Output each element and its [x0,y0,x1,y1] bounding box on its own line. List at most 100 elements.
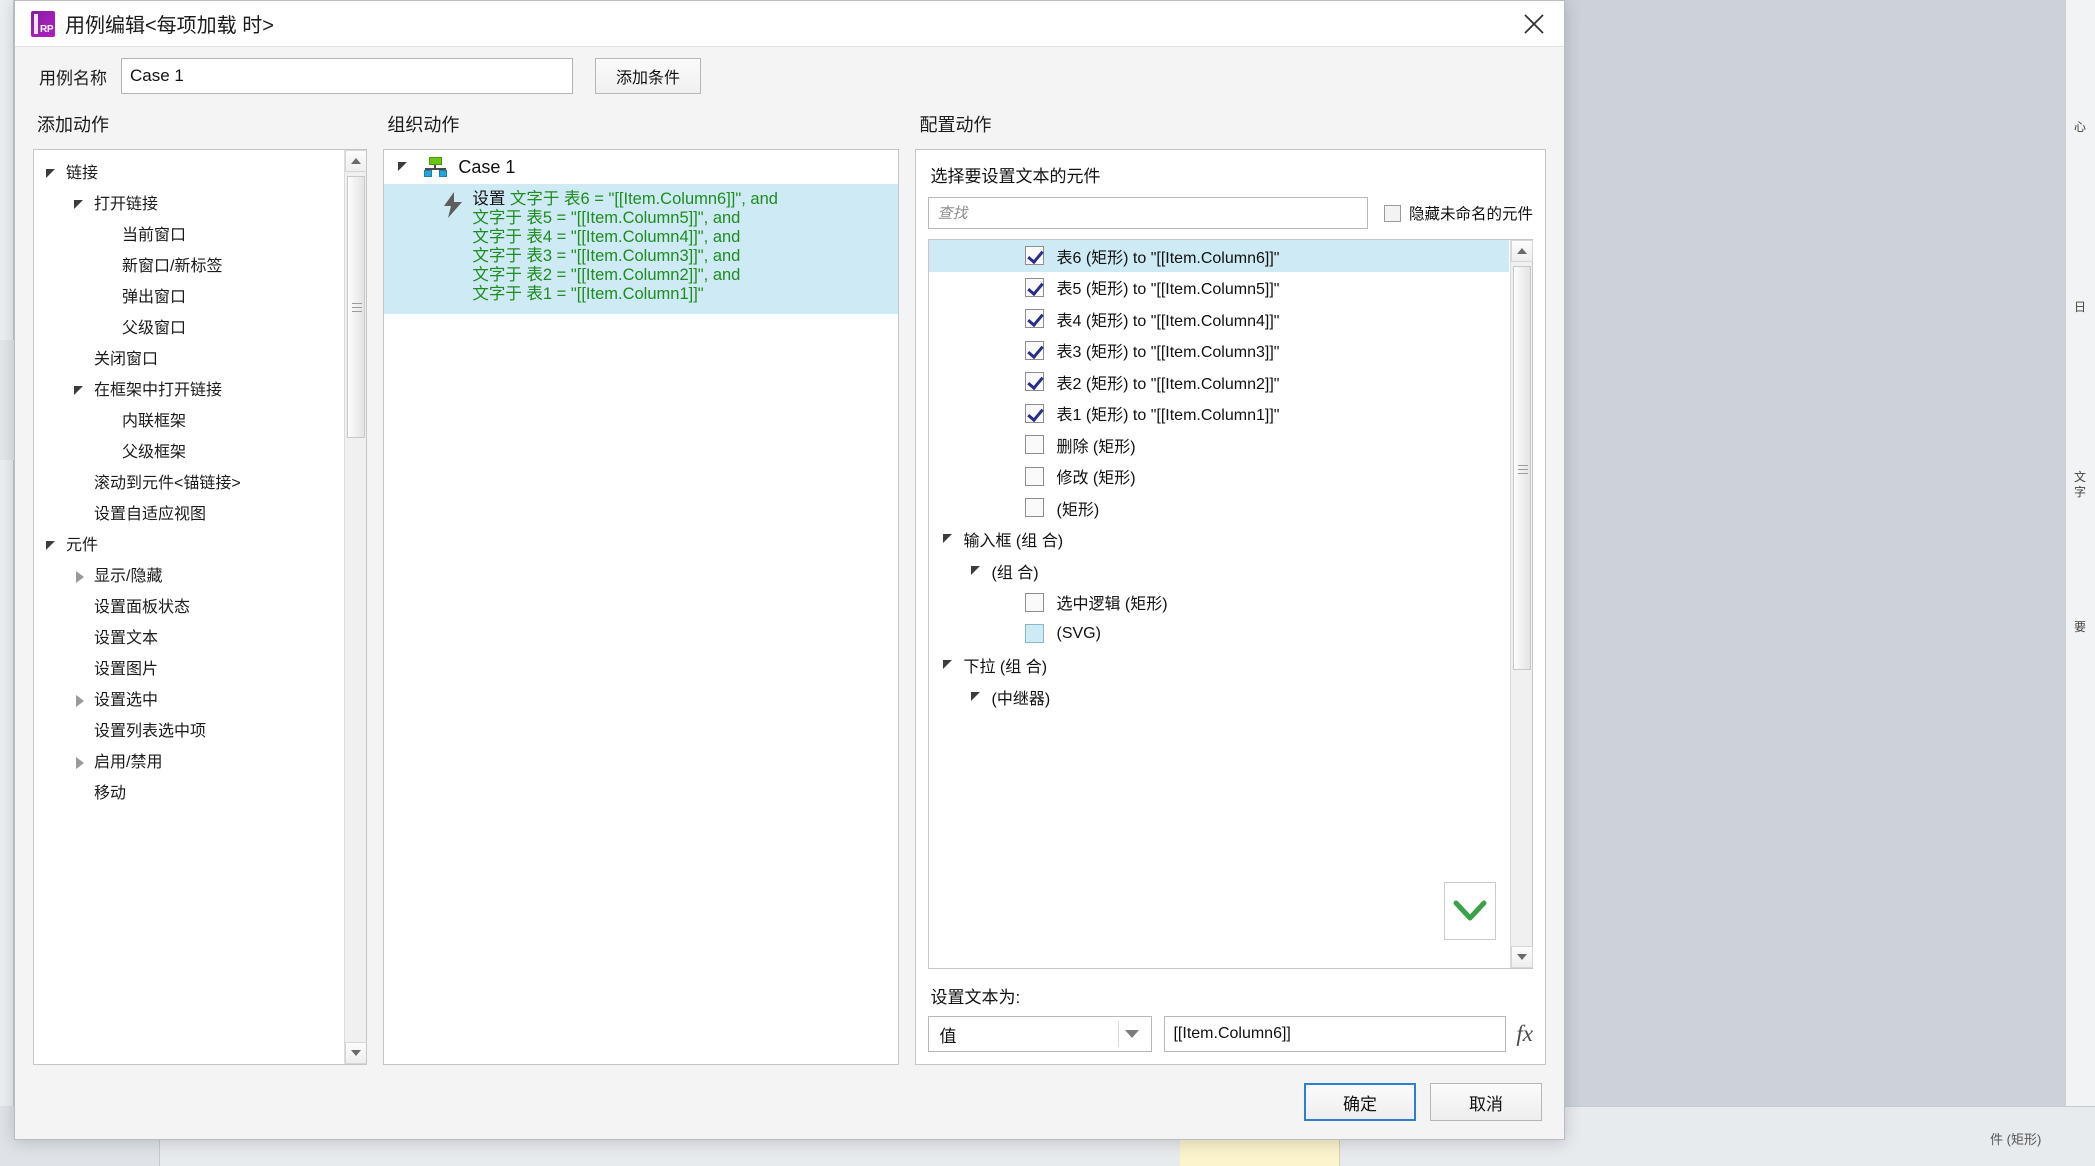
add-action-item[interactable]: 链接 [34,158,366,189]
add-action-heading: 添加动作 [37,115,109,135]
widget-list-item[interactable]: 表5 (矩形) to "[[Item.Column5]]" [929,272,1509,304]
chevron-down-icon[interactable] [1125,1030,1140,1038]
backdrop-right-rail-text: 文字 [2073,470,2086,499]
add-action-item[interactable]: 设置文本 [34,623,366,654]
widget-list-item[interactable]: 选中逻辑 (矩形) [929,587,1509,619]
widget-list-item-label: (中继器) [991,690,1051,708]
add-action-item[interactable]: 移动 [34,778,366,809]
backdrop-right-rail-text: 要 [2073,620,2086,634]
chevron-expand-icon[interactable] [44,538,60,554]
scroll-thumb[interactable] [347,176,366,438]
chevron-expand-icon[interactable] [941,531,957,547]
add-action-item-label: 元件 [66,536,99,554]
chevron-expand-icon[interactable] [72,197,88,213]
cancel-button[interactable]: 取消 [1430,1083,1542,1121]
widget-list-item-label: 修改 (矩形) [1056,470,1136,488]
chevron-expand-icon[interactable] [969,689,985,705]
widget-list-item[interactable]: (矩形) [929,492,1509,524]
add-action-item[interactable]: 关闭窗口 [34,344,366,375]
case-name-label: 用例名称 [39,68,107,88]
fx-icon[interactable]: fx [1516,1021,1533,1047]
add-action-item[interactable]: 设置面板状态 [34,592,366,623]
widget-list-item[interactable]: 表2 (矩形) to "[[Item.Column2]]" [929,366,1509,398]
organize-root-row[interactable]: Case 1 [384,150,899,184]
widget-list-item-label: 表1 (矩形) to "[[Item.Column1]]" [1056,407,1280,425]
widget-list-item[interactable]: (中继器) [929,681,1509,713]
close-icon[interactable] [1512,4,1556,44]
widget-list-item[interactable]: 输入框 (组 合) [929,524,1509,556]
widget-list-item[interactable]: 表1 (矩形) to "[[Item.Column1]]" [929,398,1509,430]
hide-unnamed-checkbox[interactable] [1384,204,1401,222]
scroll-down-button[interactable] [1511,946,1534,968]
widget-checkbox[interactable] [1025,435,1045,455]
value-text-input[interactable] [1164,1016,1507,1052]
add-action-item[interactable]: 设置图片 [34,654,366,685]
widget-checkbox[interactable] [1025,403,1045,423]
chevron-expand-icon[interactable] [44,166,60,182]
widget-checkbox[interactable] [1025,592,1045,612]
add-action-item[interactable]: 设置列表选中项 [34,716,366,747]
add-action-item[interactable]: 新窗口/新标签 [34,251,366,282]
add-action-item[interactable]: 滚动到元件<锚链接> [34,468,366,499]
add-action-item[interactable]: 元件 [34,530,366,561]
chevron-expand-icon[interactable] [72,569,88,585]
add-action-item[interactable]: 打开链接 [34,189,366,220]
add-action-item[interactable]: 父级窗口 [34,313,366,344]
add-action-scrollbar[interactable] [344,150,367,1064]
widget-checkbox[interactable] [1025,466,1045,486]
widget-list-item[interactable]: 表6 (矩形) to "[[Item.Column6]]" [929,240,1510,272]
widget-list-item[interactable]: 表3 (矩形) to "[[Item.Column3]]" [929,335,1509,367]
widget-list-item[interactable]: (组 合) [929,555,1509,587]
add-action-item[interactable]: 显示/隐藏 [34,561,366,592]
widget-checkbox[interactable] [1025,340,1045,360]
add-action-item[interactable]: 设置自适应视图 [34,499,366,530]
scroll-thumb[interactable] [1513,266,1532,670]
scroll-down-button[interactable] [345,1042,367,1064]
widget-checkbox[interactable] [1025,624,1045,644]
widget-list-item[interactable]: 表4 (矩形) to "[[Item.Column4]]" [929,303,1509,335]
hide-unnamed-toggle[interactable]: 隐藏未命名的元件 [1384,202,1533,224]
chevron-expand-icon[interactable] [941,657,957,673]
add-action-item-label: 启用/禁用 [94,753,163,771]
chevron-down-icon[interactable] [1444,882,1497,940]
add-action-item-label: 父级框架 [122,443,187,461]
organize-action-panel: Case 1 设置 文字于 表6 = "[[Item.Column6]]", a… [383,149,900,1065]
chevron-expand-icon[interactable] [969,563,985,579]
value-type-select[interactable]: 值 [928,1016,1153,1052]
action-line: 文字于 表4 = "[[Item.Column4]]", and [472,228,898,247]
widget-list-item-label: 表3 (矩形) to "[[Item.Column3]]" [1056,344,1280,362]
add-action-item[interactable]: 当前窗口 [34,220,366,251]
add-action-item[interactable]: 弹出窗口 [34,282,366,313]
widget-search-input[interactable] [928,197,1368,229]
case-name-row: 用例名称 添加条件 [15,47,1564,105]
widget-checkbox[interactable] [1025,372,1045,392]
add-action-item[interactable]: 在框架中打开链接 [34,375,366,406]
widget-list-item[interactable]: 下拉 (组 合) [929,650,1509,682]
widget-list-item-label: 下拉 (组 合) [963,659,1048,677]
chevron-expand-icon[interactable] [72,755,88,771]
widget-list-item[interactable]: 删除 (矩形) [929,429,1509,461]
add-condition-button[interactable]: 添加条件 [595,58,702,94]
widget-list-item-label: 删除 (矩形) [1056,438,1136,456]
scroll-up-button[interactable] [1511,240,1534,262]
widget-checkbox[interactable] [1025,246,1045,266]
scroll-up-button[interactable] [345,150,367,172]
organize-action-item[interactable]: 设置 文字于 表6 = "[[Item.Column6]]", and 文字于 表… [384,184,899,314]
widget-list-item[interactable]: (SVG) [929,618,1509,650]
case-name-input[interactable] [121,58,573,94]
widget-checkbox[interactable] [1025,277,1045,297]
ok-button[interactable]: 确定 [1304,1083,1416,1121]
add-action-item[interactable]: 启用/禁用 [34,747,366,778]
add-action-item[interactable]: 设置选中 [34,685,366,716]
add-action-item[interactable]: 内联框架 [34,406,366,437]
chevron-expand-icon[interactable] [72,693,88,709]
add-action-item[interactable]: 父级框架 [34,437,366,468]
widget-list-scrollbar[interactable] [1510,240,1534,968]
widget-checkbox[interactable] [1025,498,1045,518]
chevron-expand-icon[interactable] [396,159,412,175]
widget-list-item[interactable]: 修改 (矩形) [929,461,1509,493]
widget-checkbox[interactable] [1025,309,1045,329]
chevron-expand-icon[interactable] [72,383,88,399]
